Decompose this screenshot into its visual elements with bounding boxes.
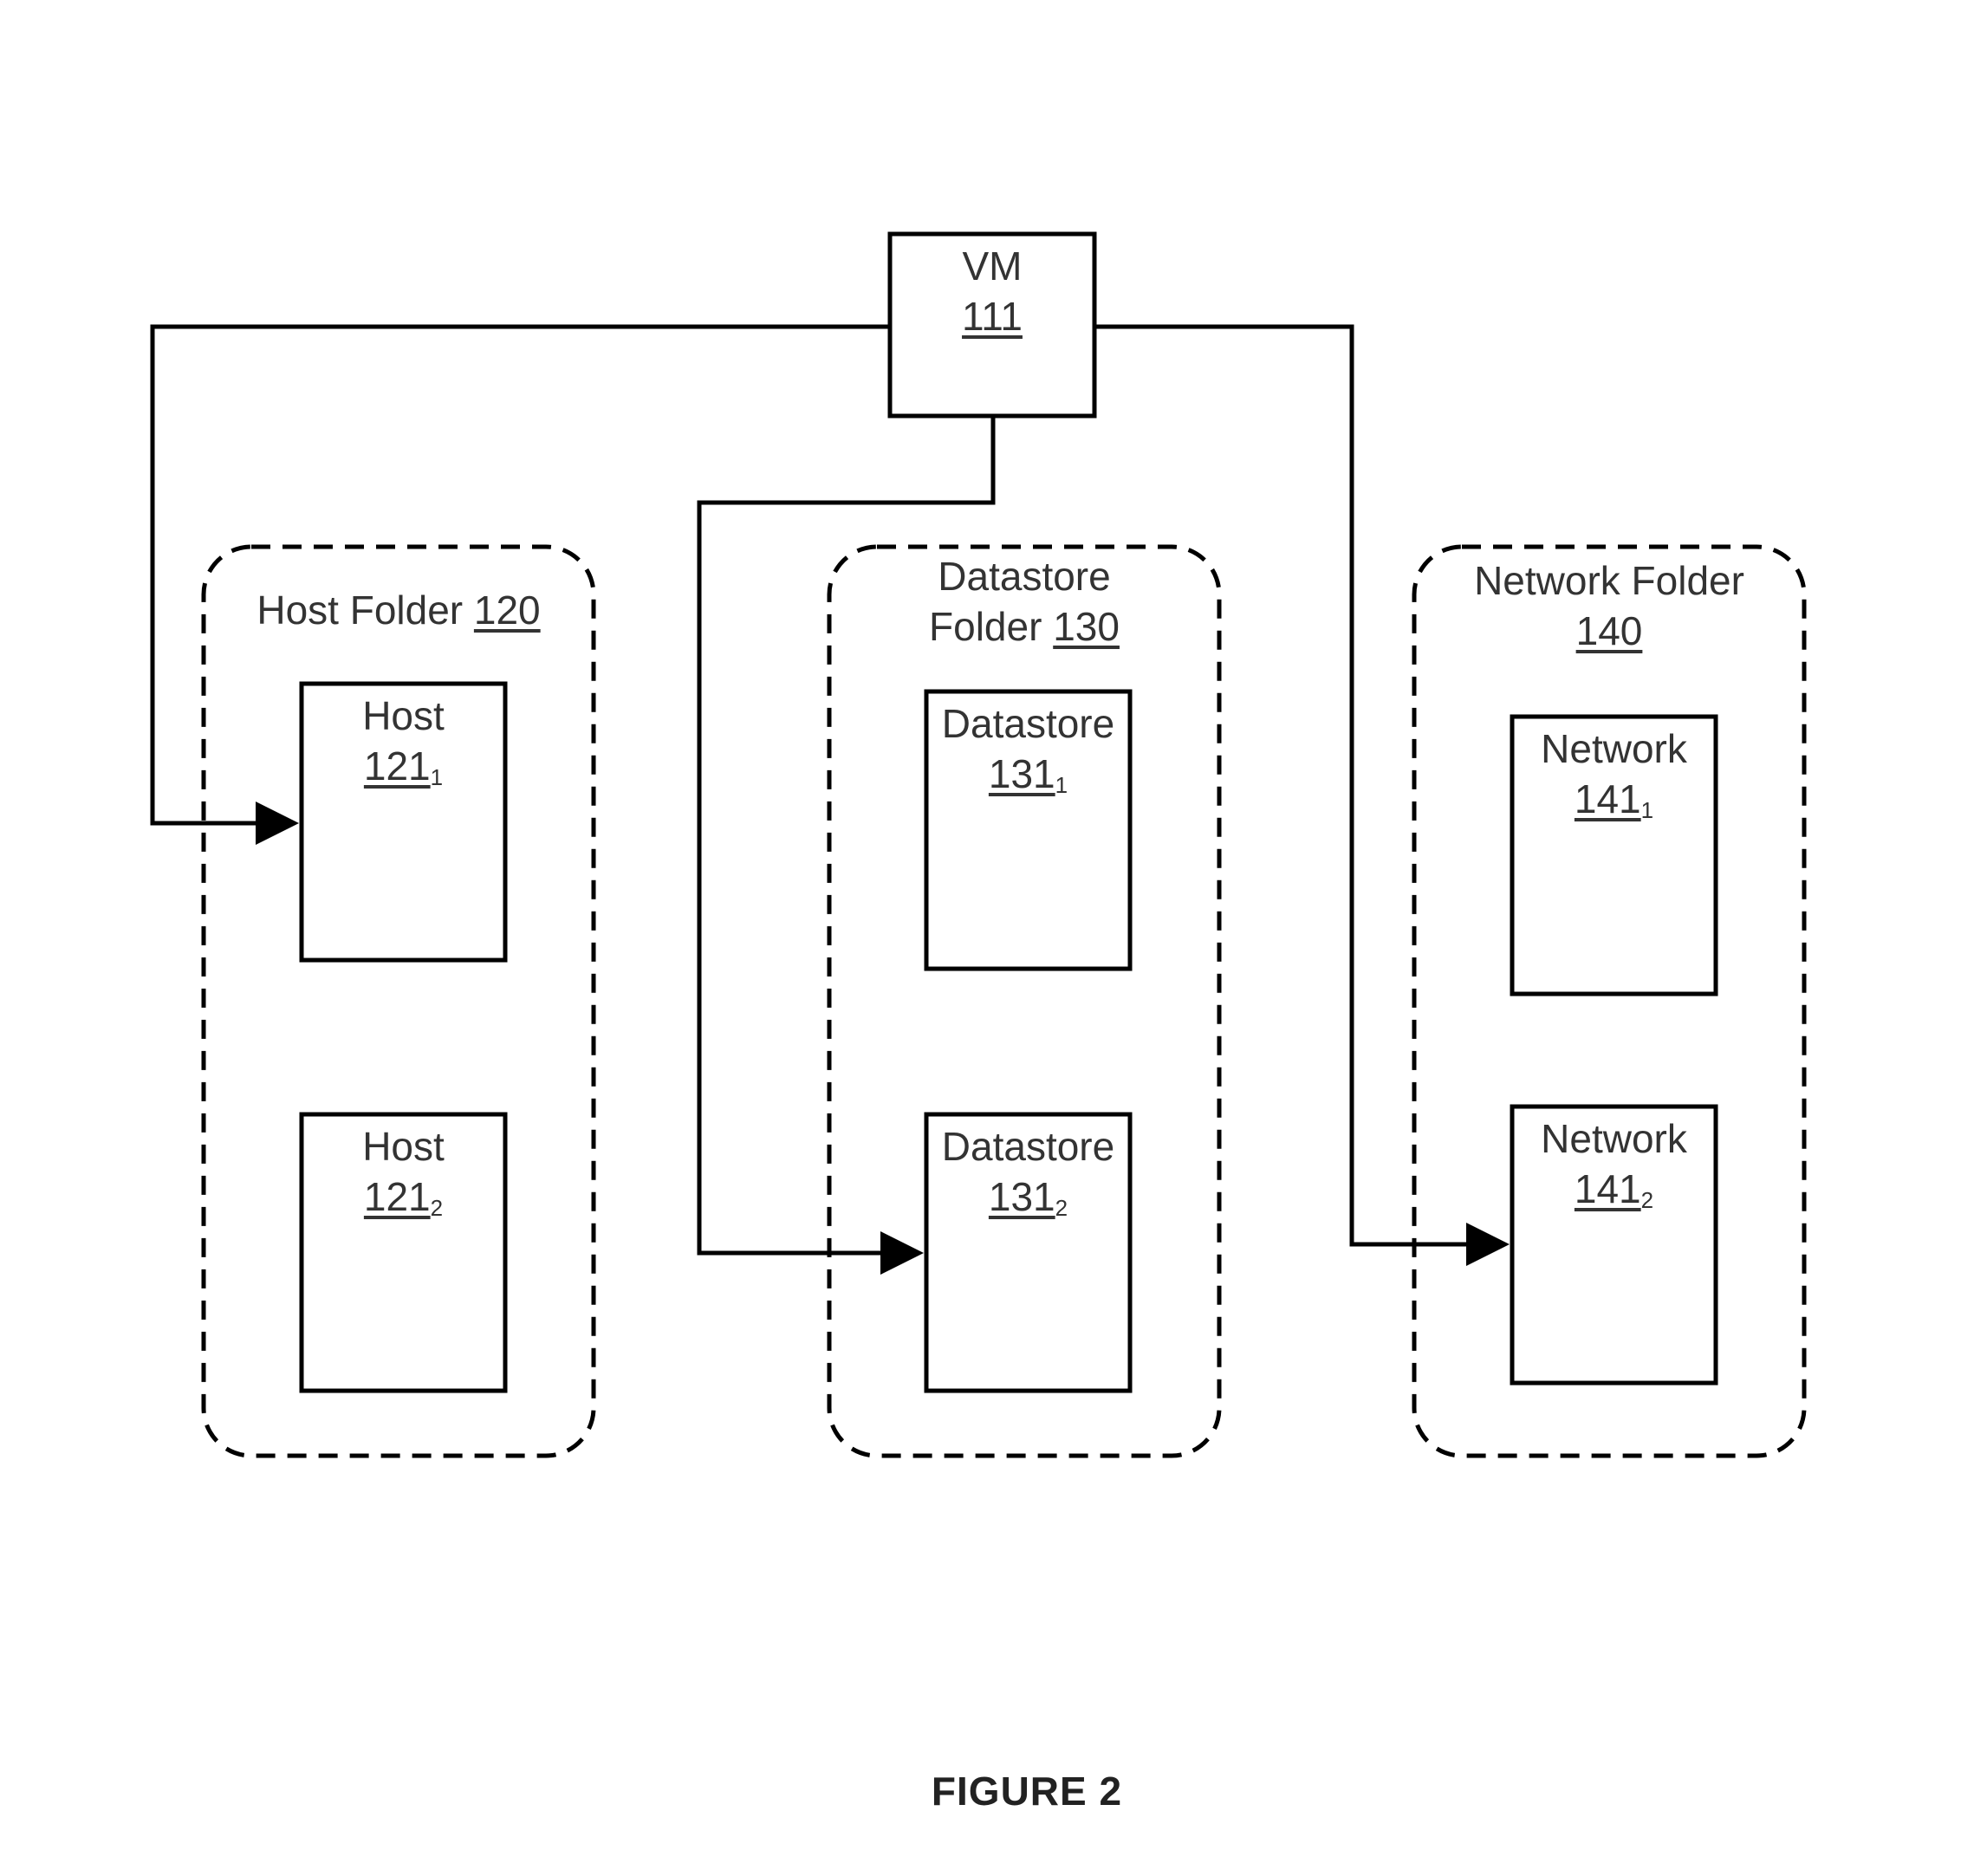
network-folder-title: Network Folder 140 [1414, 555, 1804, 656]
network-2-name: Network [1541, 1116, 1687, 1161]
host-folder-title: Host Folder 120 [204, 585, 594, 635]
vm-name: VM [962, 243, 1023, 289]
vm-label: VM 111 [890, 241, 1094, 341]
datastore-1-ref: 131 [988, 751, 1055, 796]
host-1-ref: 121 [363, 743, 431, 789]
datastore-1-name: Datastore [941, 701, 1115, 746]
network-2-ref: 141 [1574, 1166, 1641, 1211]
network-folder-ref: 140 [1575, 608, 1643, 653]
datastore-2-label: Datastore 1312 [926, 1121, 1130, 1233]
host-2-name: Host [362, 1124, 445, 1169]
datastore-2-name: Datastore [941, 1124, 1115, 1169]
network-1-sub: 1 [1640, 797, 1654, 823]
datastore-2-sub: 2 [1055, 1195, 1068, 1221]
host-2-label: Host 1212 [302, 1121, 505, 1233]
vm-ref: 111 [962, 294, 1023, 339]
host-1-sub: 1 [430, 764, 444, 790]
host-1-name: Host [362, 693, 445, 738]
host-folder-name: Host Folder [256, 587, 464, 633]
network-1-label: Network 1411 [1512, 724, 1716, 835]
network-1-ref: 141 [1574, 776, 1641, 821]
vm-to-host-connector [150, 324, 890, 845]
host-2-sub: 2 [430, 1195, 444, 1221]
datastore-1-sub: 1 [1055, 772, 1068, 798]
host-folder-ref: 120 [473, 587, 541, 633]
host-1-label: Host 1211 [302, 691, 505, 802]
network-1-name: Network [1541, 726, 1687, 771]
datastore-folder-title: Datastore Folder 130 [829, 551, 1219, 652]
datastore-1-label: Datastore 1311 [926, 698, 1130, 810]
datastore-folder-ref: 130 [1053, 604, 1120, 649]
network-2-label: Network 1412 [1512, 1113, 1716, 1225]
datastore-folder-name-line2: Folder [929, 604, 1042, 649]
network-folder-name: Network Folder [1474, 558, 1744, 603]
datastore-2-ref: 131 [988, 1174, 1055, 1219]
network-2-sub: 2 [1640, 1187, 1654, 1213]
host-2-ref: 121 [363, 1174, 431, 1219]
vm-to-network-connector [1094, 324, 1510, 1266]
datastore-folder-name-line1: Datastore [938, 554, 1111, 599]
figure-caption: FIGURE 2 [931, 1769, 1123, 1814]
